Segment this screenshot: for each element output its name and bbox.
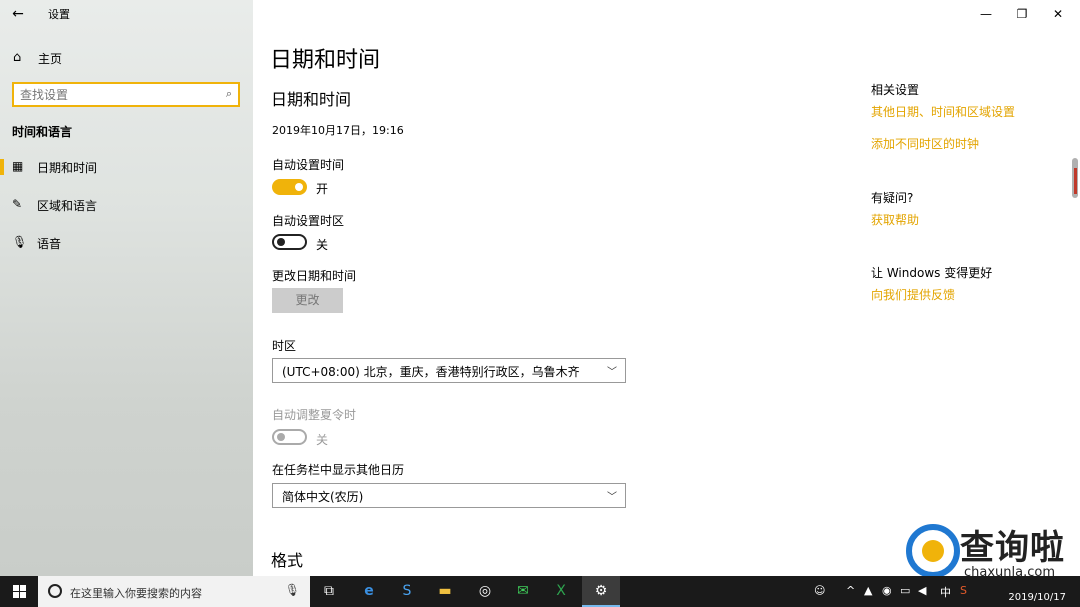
- watermark-logo: 查询啦 chaxunla.com: [904, 520, 1080, 584]
- windows-logo-icon: [13, 585, 19, 591]
- search-icon[interactable]: ⌕: [226, 87, 232, 101]
- dst-state: 关: [316, 433, 329, 447]
- sidebar-item-home[interactable]: ⌂ 主页: [0, 44, 253, 72]
- timezone-value: (UTC+08:00) 北京，重庆，香港特别行政区，乌鲁木齐: [282, 365, 580, 379]
- sidebar-section-label: 时间和语言: [12, 125, 73, 139]
- auto-time-toggle[interactable]: [272, 179, 307, 195]
- sidebar-item-speech[interactable]: 🎙 语音: [0, 228, 253, 258]
- toggle-knob: [277, 433, 285, 441]
- home-icon: ⌂: [13, 50, 22, 65]
- settings-gear-icon[interactable]: ⚙: [582, 576, 620, 607]
- auto-timezone-state: 关: [316, 238, 329, 252]
- file-explorer-icon[interactable]: ▬: [426, 576, 464, 607]
- calendar-label: 在任务栏中显示其他日历: [272, 463, 405, 477]
- related-settings-title: 相关设置: [871, 83, 920, 97]
- scrollbar-thumb[interactable]: [1074, 168, 1077, 194]
- section-title: 日期和时间: [271, 90, 352, 109]
- region-language-icon: ✎: [12, 197, 23, 211]
- restore-icon[interactable]: ❐: [1010, 4, 1034, 24]
- volume-icon[interactable]: ◀: [918, 584, 926, 597]
- tray-app-icon[interactable]: ▲: [864, 584, 872, 597]
- auto-timezone-label: 自动设置时区: [272, 214, 345, 228]
- other-datetime-region-link[interactable]: 其他日期、时间和区域设置: [871, 103, 1015, 120]
- minimize-icon[interactable]: —: [974, 4, 998, 24]
- timezone-select[interactable]: (UTC+08:00) 北京，重庆，香港特别行政区，乌鲁木齐 ﹀: [272, 358, 626, 383]
- start-button[interactable]: [0, 576, 38, 607]
- music-player-icon[interactable]: ◎: [466, 576, 504, 607]
- battery-icon[interactable]: ▭: [900, 584, 910, 597]
- taskbar-search-box[interactable]: 在这里输入你要搜索的内容 🎙: [38, 576, 310, 607]
- chevron-up-icon[interactable]: ^: [846, 584, 855, 597]
- network-icon[interactable]: ◉: [882, 584, 892, 597]
- sogou-ime-icon[interactable]: S: [960, 584, 967, 597]
- task-view-icon[interactable]: ⧉: [310, 576, 348, 607]
- current-datetime: 2019年10月17日，19:16: [272, 124, 404, 137]
- wechat-icon[interactable]: ✉: [504, 576, 542, 607]
- sidebar-item-label: 日期和时间: [37, 161, 98, 175]
- windows-logo-icon: [20, 592, 26, 598]
- main-panel: — ❐ ✕ 日期和时间 日期和时间 2019年10月17日，19:16 自动设置…: [253, 0, 1080, 576]
- auto-timezone-toggle[interactable]: [272, 234, 307, 250]
- search-logo-icon: [906, 524, 960, 578]
- timezone-label: 时区: [272, 339, 297, 353]
- dst-label: 自动调整夏令时: [272, 408, 357, 422]
- change-button[interactable]: 更改: [272, 288, 343, 313]
- title-bar: ← 设置: [0, 0, 253, 28]
- sidebar: ← 设置 ⌂ 主页 ⌕ 时间和语言 ▦ 日期和时间 ✎ 区域和语言 🎙 语音: [0, 0, 253, 576]
- microphone-icon: 🎙: [12, 235, 28, 249]
- sidebar-item-region-language[interactable]: ✎ 区域和语言: [0, 190, 253, 220]
- auto-time-label: 自动设置时间: [272, 158, 345, 172]
- taskbar-clock-date[interactable]: 2019/10/17: [1008, 592, 1066, 603]
- calendar-select[interactable]: 简体中文(农历) ﹀: [272, 483, 626, 508]
- microphone-icon[interactable]: 🎙: [285, 583, 300, 597]
- format-section-title: 格式: [271, 551, 304, 570]
- home-label: 主页: [38, 52, 63, 66]
- feedback-link[interactable]: 向我们提供反馈: [871, 286, 955, 303]
- edge-icon[interactable]: e: [350, 576, 388, 607]
- windows-logo-icon: [20, 585, 26, 591]
- get-help-link[interactable]: 获取帮助: [871, 211, 919, 228]
- sogou-icon[interactable]: S: [388, 576, 426, 607]
- watermark-text: 查询啦: [960, 528, 1065, 568]
- search-settings-box[interactable]: ⌕: [12, 82, 240, 107]
- improve-windows-title: 让 Windows 变得更好: [871, 266, 993, 280]
- taskbar: 在这里输入你要搜索的内容 🎙 ⧉ e S ▬ ◎ ✉ X ⚙ ☺ ^ ▲ ◉ ▭…: [0, 576, 1080, 607]
- change-datetime-label: 更改日期和时间: [272, 269, 357, 283]
- dst-toggle[interactable]: [272, 429, 307, 445]
- sidebar-item-date-time[interactable]: ▦ 日期和时间: [0, 152, 253, 182]
- cortana-icon: [48, 584, 62, 598]
- window-controls: — ❐ ✕: [970, 0, 1080, 28]
- page-title: 日期和时间: [270, 48, 381, 73]
- chevron-down-icon: ﹀: [607, 367, 617, 378]
- chevron-down-icon: ﹀: [607, 492, 617, 503]
- auto-time-state: 开: [316, 182, 329, 196]
- ime-indicator[interactable]: 中: [940, 584, 951, 600]
- sidebar-item-label: 语音: [37, 237, 62, 251]
- excel-icon[interactable]: X: [542, 576, 580, 607]
- selected-indicator: [0, 159, 4, 175]
- people-icon[interactable]: ☺: [814, 584, 825, 597]
- toggle-knob: [277, 238, 285, 246]
- app-title: 设置: [48, 8, 70, 21]
- help-title: 有疑问?: [871, 191, 914, 205]
- sidebar-item-label: 区域和语言: [37, 199, 98, 213]
- calendar-value: 简体中文(农历): [282, 490, 364, 504]
- close-icon[interactable]: ✕: [1046, 4, 1070, 24]
- taskbar-search-placeholder: 在这里输入你要搜索的内容: [70, 587, 202, 600]
- windows-logo-icon: [13, 592, 19, 598]
- calendar-clock-icon: ▦: [12, 159, 24, 173]
- toggle-knob: [295, 183, 303, 191]
- add-clocks-link[interactable]: 添加不同时区的时钟: [871, 135, 979, 152]
- search-input[interactable]: [20, 86, 210, 103]
- back-arrow-icon[interactable]: ←: [8, 4, 28, 24]
